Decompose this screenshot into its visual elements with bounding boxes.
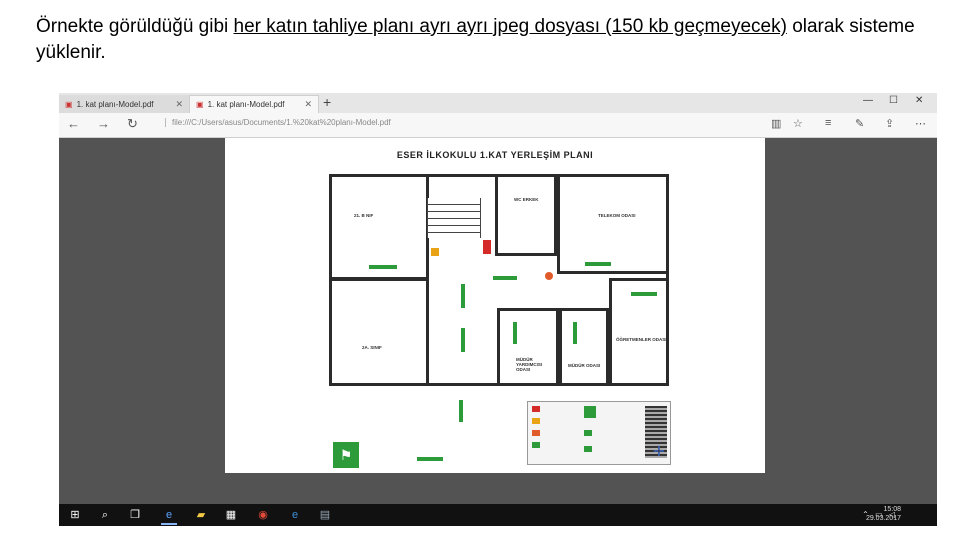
browser-tab-1[interactable]: ▣ 1. kat planı-Model.pdf ✕ bbox=[59, 95, 189, 113]
plan-title: ESER İLKOKULU 1.KAT YERLEŞİM PLANI bbox=[396, 150, 594, 160]
assembly-point-icon: ⚑ bbox=[333, 442, 359, 468]
clock[interactable]: 15:08 29.03.2017 bbox=[866, 505, 901, 523]
legend-swatch bbox=[532, 430, 540, 436]
back-icon[interactable]: ← bbox=[67, 116, 80, 131]
exit-arrow bbox=[459, 400, 463, 422]
exit-arrow bbox=[513, 322, 517, 344]
note-icon[interactable]: ✎ bbox=[855, 117, 864, 130]
exit-arrow bbox=[573, 322, 577, 344]
legend-swatch bbox=[584, 430, 592, 436]
forward-icon[interactable]: → bbox=[97, 116, 110, 131]
tab-label: 1. kat planı-Model.pdf bbox=[76, 99, 154, 109]
exit-arrow bbox=[585, 262, 611, 266]
new-tab-button[interactable]: + bbox=[323, 94, 331, 110]
room-r3: TELEKOM ODASI bbox=[557, 174, 669, 274]
room-r6: MÜDÜR ODASI bbox=[559, 308, 609, 386]
chrome-icon[interactable]: ◉ bbox=[255, 507, 271, 523]
taskbar: ⊞ ⌕ ❐ e ▰ ▦ ◉ e ▤ ⌃ ▭ ◁ 15:08 29.03.2017 bbox=[59, 504, 937, 526]
browser-tab-2[interactable]: ▣ 1. kat planı-Model.pdf ✕ bbox=[189, 95, 319, 113]
staircase bbox=[427, 198, 481, 238]
fire-extinguisher-icon bbox=[431, 248, 439, 256]
app-icon[interactable]: ▤ bbox=[317, 507, 333, 523]
legend-swatch bbox=[532, 406, 540, 412]
pdf-page: ESER İLKOKULU 1.KAT YERLEŞİM PLANI 21. B… bbox=[225, 138, 765, 473]
address-input[interactable]: file:///C:/Users/asus/Documents/1.%20kat… bbox=[165, 118, 391, 127]
compass-icon: ✛ bbox=[653, 443, 665, 459]
room-label: 2A. SINIF bbox=[362, 345, 382, 350]
caption-text-1: Örnekte görüldüğü gibi bbox=[36, 16, 234, 37]
exit-arrow bbox=[369, 265, 397, 269]
browser-screenshot: ▣ 1. kat planı-Model.pdf ✕ ▣ 1. kat plan… bbox=[59, 93, 937, 526]
legend-swatch bbox=[532, 418, 540, 424]
store-icon[interactable]: ▦ bbox=[223, 507, 239, 523]
caption-text-underlined: her katın tahliye planı ayrı ayrı jpeg d… bbox=[233, 16, 787, 37]
clock-date: 29.03.2017 bbox=[865, 515, 901, 522]
exit-arrow bbox=[493, 276, 517, 280]
more-icon[interactable]: ⋯ bbox=[915, 117, 926, 130]
exit-arrow bbox=[461, 284, 465, 308]
pdf-icon: ▣ bbox=[65, 99, 73, 109]
exit-arrow bbox=[417, 457, 443, 461]
clock-time: 15:08 bbox=[883, 506, 901, 513]
refresh-icon[interactable]: ↻ bbox=[127, 116, 138, 132]
room-r4: 2A. SINIF bbox=[329, 278, 429, 386]
room-label: MÜDÜR ODASI bbox=[568, 363, 601, 368]
room-label: MÜDÜR YARDIMCISI ODASI bbox=[516, 357, 543, 372]
room-r2: WC ERKEK bbox=[495, 174, 557, 256]
explorer-icon[interactable]: ▰ bbox=[193, 507, 209, 523]
close-tab-icon[interactable]: ✕ bbox=[304, 99, 312, 110]
room-label: ÖĞRETMENLER ODASI bbox=[616, 337, 667, 342]
room-label: 21. B NIF bbox=[354, 213, 374, 218]
windows-icon[interactable]: ⊞ bbox=[67, 507, 83, 523]
legend-swatch bbox=[532, 442, 540, 448]
ie-icon[interactable]: e bbox=[287, 507, 303, 523]
alarm-icon bbox=[483, 240, 491, 254]
hub-icon[interactable]: ≡ bbox=[825, 117, 831, 129]
tab-label: 1. kat planı-Model.pdf bbox=[207, 100, 285, 109]
favorite-icon[interactable]: ☆ bbox=[793, 117, 803, 130]
room-label: WC ERKEK bbox=[514, 197, 539, 202]
exit-arrow bbox=[461, 328, 465, 352]
task-view-icon[interactable]: ❐ bbox=[127, 507, 143, 523]
legend-swatch bbox=[584, 446, 592, 452]
edge-icon[interactable]: e bbox=[161, 507, 177, 525]
room-r5: MÜDÜR YARDIMCISI ODASI bbox=[497, 308, 559, 386]
legend-swatch bbox=[584, 406, 596, 418]
tab-bar: ▣ 1. kat planı-Model.pdf ✕ ▣ 1. kat plan… bbox=[59, 93, 937, 114]
room-label: TELEKOM ODASI bbox=[598, 213, 636, 218]
close-tab-icon[interactable]: ✕ bbox=[175, 99, 183, 110]
reading-view-icon[interactable]: ▥ bbox=[771, 117, 781, 130]
close-button[interactable]: ✕ bbox=[915, 95, 923, 106]
address-bar-row: ← → ↻ file:///C:/Users/asus/Documents/1.… bbox=[59, 113, 937, 138]
pdf-viewer: ESER İLKOKULU 1.KAT YERLEŞİM PLANI 21. B… bbox=[59, 138, 937, 504]
search-icon[interactable]: ⌕ bbox=[97, 507, 113, 523]
minimize-button[interactable]: — bbox=[863, 95, 873, 106]
fire-hose-icon bbox=[545, 272, 553, 280]
share-icon[interactable]: ⇪ bbox=[885, 117, 894, 130]
maximize-button[interactable]: ☐ bbox=[889, 95, 898, 106]
slide-caption: Örnekte görüldüğü gibi her katın tahliye… bbox=[36, 14, 936, 66]
pdf-icon: ▣ bbox=[196, 100, 204, 109]
exit-arrow bbox=[631, 292, 657, 296]
